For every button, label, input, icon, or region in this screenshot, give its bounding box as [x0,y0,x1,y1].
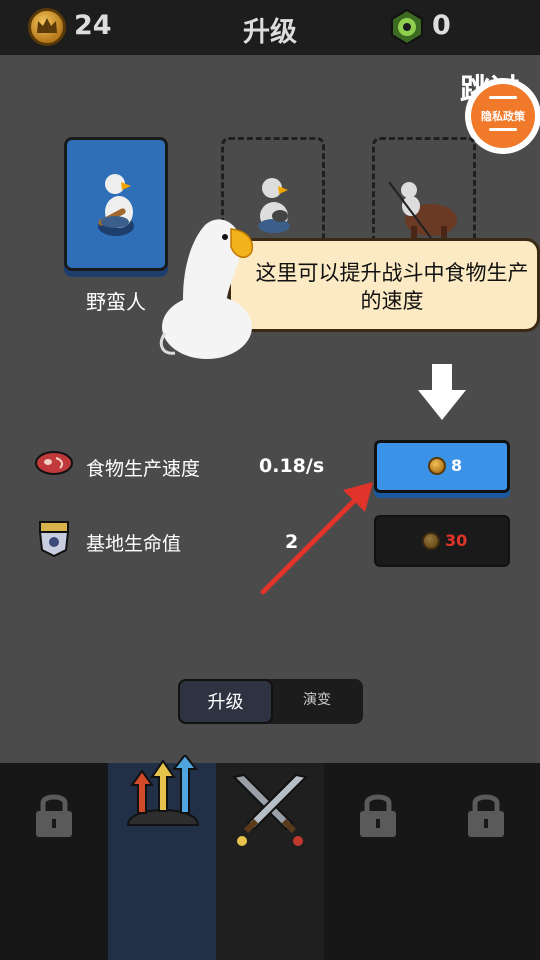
lock-icon [468,794,504,837]
meat-icon [35,451,73,475]
nav-battle[interactable] [216,763,324,960]
unit-card-barbarian[interactable] [64,137,168,271]
lock-icon [360,794,396,837]
castle-icon [38,521,70,558]
upgrade-arrows-icon [126,755,200,826]
lock-icon [36,794,72,837]
base-hp-label: 基地生命值 [86,533,182,555]
nav-slot-5-locked[interactable] [432,763,540,960]
tutorial-bubble: 这里可以提升战斗中食物生产的速度 [228,238,540,332]
bottom-nav [0,755,540,960]
tab-upgrade[interactable]: 升级 [178,679,273,724]
coin-icon [422,532,440,550]
down-arrow-icon [418,364,466,420]
base-hp-value: 2 [285,531,299,553]
nav-slot-1-locked[interactable] [0,763,108,960]
pointer-arrow-icon [260,482,373,595]
upgrade-tabs: 升级 演变 [178,679,363,724]
gem-icon [391,9,423,45]
upgrade-base-hp-button[interactable]: 30 [374,515,510,567]
food-speed-value: 0.18/s [259,455,325,477]
tab-evolve[interactable]: 演变 [276,679,358,724]
page-title: 升级 [243,17,297,48]
selected-unit-name: 野蛮人 [86,290,146,314]
tutorial-text: 这里可以提升战斗中食物生产的速度 [255,261,529,313]
upgrade-food-speed-button[interactable]: 8 [374,440,510,493]
food-speed-cost: 8 [451,456,463,475]
base-hp-cost: 30 [445,531,468,550]
food-speed-label: 食物生产速度 [86,458,201,480]
privacy-policy-label: 隐私政策 [481,110,525,123]
gem-count: 0 [432,10,451,41]
nav-upgrade[interactable] [108,755,216,960]
privacy-policy-button[interactable]: 隐私政策 [465,78,540,154]
tutorial-goose-icon [159,219,254,359]
coin-icon [428,457,446,475]
top-bar: 24 升级 0 [0,0,540,55]
barbarian-goose-icon [98,174,134,236]
crossed-swords-icon [231,773,309,846]
nav-slot-4-locked[interactable] [324,763,432,960]
